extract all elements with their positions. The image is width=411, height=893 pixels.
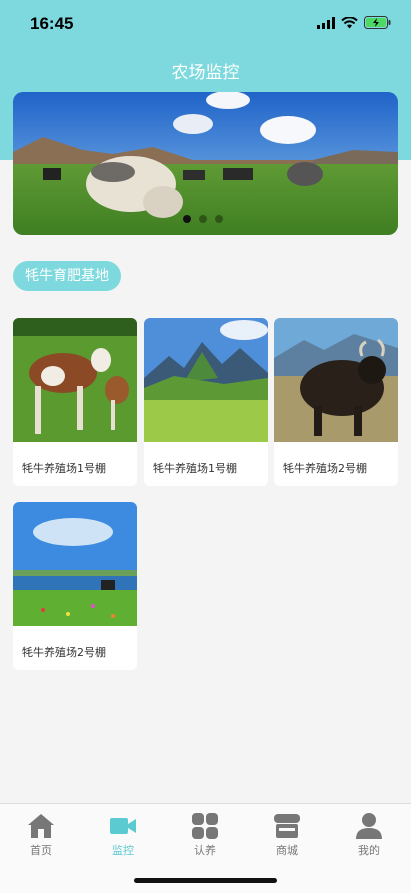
farm-card-label: 牦牛养殖场2号棚 xyxy=(283,462,367,475)
tab-label: 商城 xyxy=(276,844,298,857)
user-icon xyxy=(356,813,382,839)
farm-card-thumbnail xyxy=(13,502,137,626)
farm-card-label: 牦牛养殖场1号棚 xyxy=(22,462,106,475)
home-indicator[interactable] xyxy=(134,878,277,883)
store-icon xyxy=(274,814,300,838)
farm-card[interactable]: 牦牛养殖场1号棚 xyxy=(144,318,268,486)
video-camera-icon xyxy=(110,818,136,834)
tab-me[interactable]: 我的 xyxy=(334,812,404,858)
home-icon xyxy=(28,814,54,838)
farm-card-thumbnail xyxy=(274,318,398,442)
tab-shop[interactable]: 商城 xyxy=(252,812,322,858)
carousel-dot[interactable] xyxy=(199,215,207,223)
tab-label: 监控 xyxy=(112,844,134,857)
tab-home[interactable]: 首页 xyxy=(6,812,76,858)
section-title: 牦牛育肥基地 xyxy=(13,261,121,291)
wifi-icon xyxy=(341,16,358,28)
banner-image xyxy=(13,92,398,235)
banner-carousel[interactable] xyxy=(13,92,398,235)
status-icons xyxy=(317,16,391,29)
carousel-dot[interactable] xyxy=(215,215,223,223)
tab-adopt[interactable]: 认养 xyxy=(170,812,240,858)
farm-card[interactable]: 牦牛养殖场1号棚 xyxy=(13,318,137,486)
carousel-dots xyxy=(183,215,223,223)
farm-card[interactable]: 牦牛养殖场2号棚 xyxy=(274,318,398,486)
farm-card-thumbnail xyxy=(13,318,137,442)
carousel-dot[interactable] xyxy=(183,215,191,223)
status-bar: 16:45 xyxy=(0,0,411,50)
status-time: 16:45 xyxy=(30,14,74,33)
grid-icon xyxy=(192,813,218,839)
tab-label: 认养 xyxy=(194,844,216,857)
farm-card-label: 牦牛养殖场1号棚 xyxy=(153,462,237,475)
signal-icon xyxy=(317,16,335,29)
tab-label: 首页 xyxy=(30,844,52,857)
farm-card-label: 牦牛养殖场2号棚 xyxy=(22,646,106,659)
farm-card-thumbnail xyxy=(144,318,268,442)
page-title: 农场监控 xyxy=(171,63,240,83)
tab-label: 我的 xyxy=(358,844,380,857)
battery-charging-icon xyxy=(364,16,391,29)
tab-monitor[interactable]: 监控 xyxy=(88,812,158,858)
farm-card[interactable]: 牦牛养殖场2号棚 xyxy=(13,502,137,670)
